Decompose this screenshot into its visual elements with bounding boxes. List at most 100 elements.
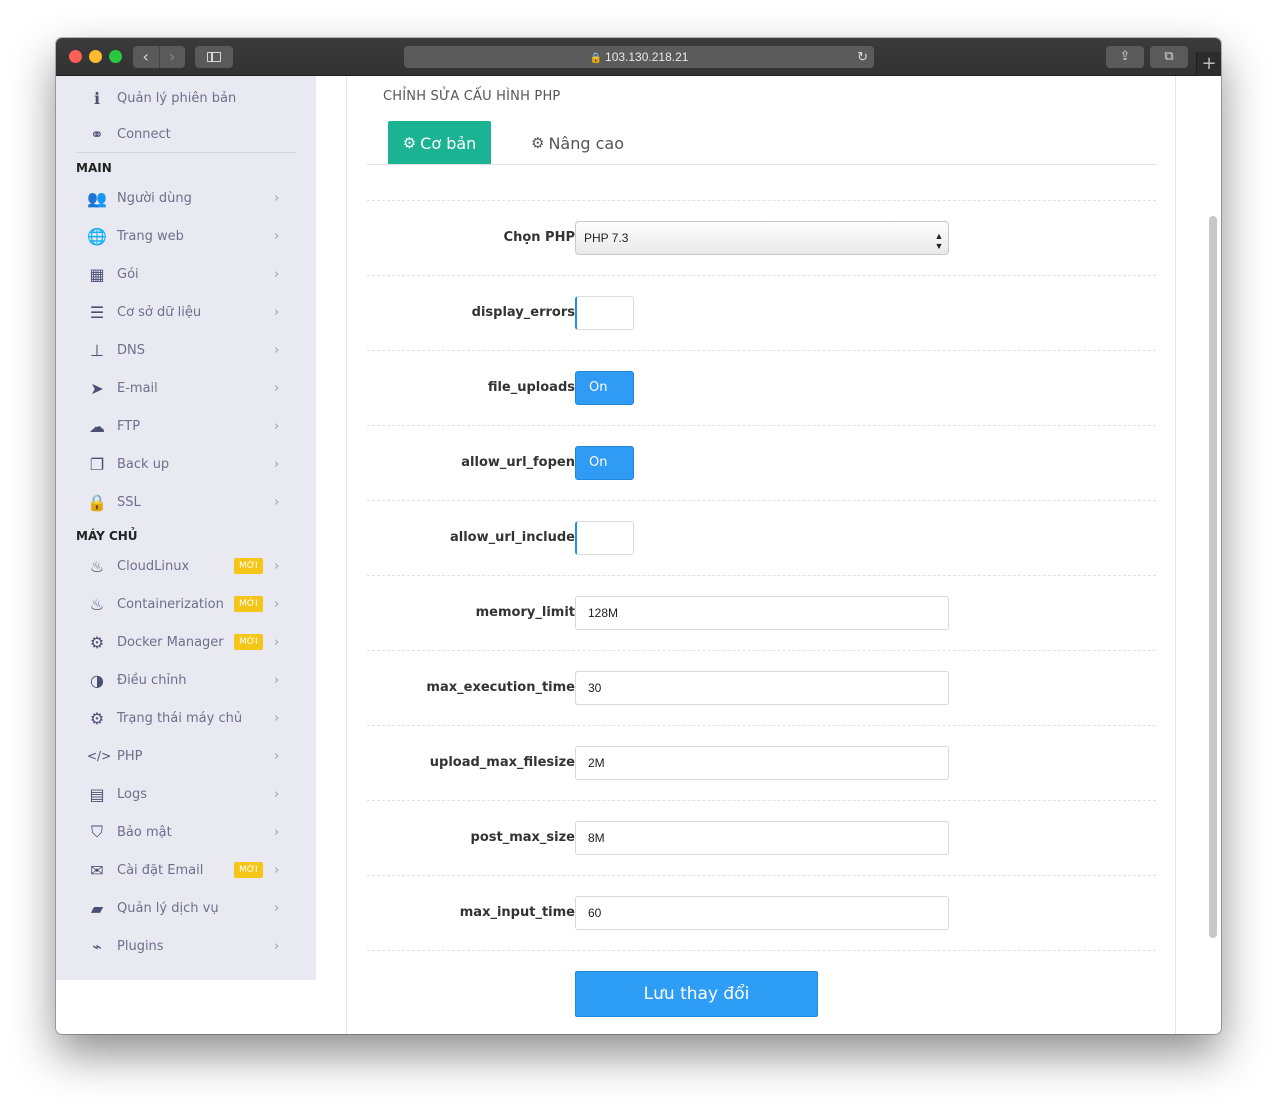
info-icon: ℹ [93, 88, 101, 108]
share-button[interactable]: ⇪ [1106, 46, 1144, 68]
sidebar-item[interactable]: ♨ Containerization MỚI › [56, 585, 316, 623]
maximize-window-button[interactable] [109, 50, 122, 63]
php-version-select[interactable]: PHP 7.3 ▲▼ [575, 221, 949, 255]
row-divider [367, 650, 1156, 651]
copy-icon: ❐ [89, 454, 105, 474]
row-divider [367, 350, 1156, 351]
sidebar-item[interactable]: ⌁ Plugins › [56, 927, 316, 965]
lock-icon: 🔒 [589, 53, 603, 64]
sidebar-item[interactable]: ☁ FTP › [56, 407, 316, 445]
chevron-right-icon: › [274, 862, 280, 878]
chevron-right-icon: › [274, 418, 280, 434]
sidebar-item-label: Plugins [117, 938, 164, 954]
sidebar: ℹ Quản lý phiên bản ⚭ Connect MAIN 👥 Người dùn… [56, 76, 316, 980]
sidebar-item[interactable]: ▦ Gói › [56, 255, 316, 293]
database-icon: ☰ [89, 302, 105, 322]
row-divider [367, 950, 1156, 951]
plug-icon: ⌁ [92, 936, 102, 956]
toggle-switch[interactable]: On [575, 371, 634, 405]
chevron-right-icon: › [274, 190, 280, 206]
sidebar-item[interactable]: ▰ Quản lý dịch vụ › [56, 889, 316, 927]
sidebar-item-label: E-mail [117, 380, 158, 396]
text-input[interactable]: 128M [575, 596, 949, 630]
sidebar-item[interactable]: ❐ Back up › [56, 445, 316, 483]
sidebar-item[interactable]: ♨ CloudLinux MỚI › [56, 547, 316, 585]
fire-icon: ♨ [89, 594, 105, 614]
new-badge: MỚI [234, 558, 263, 574]
sidebar-item[interactable]: 🌐 Trang web › [56, 217, 316, 255]
sidebar-item-label: PHP [117, 748, 143, 764]
tab-advanced[interactable]: ⚙ Nâng cao [531, 121, 624, 165]
sidebar-item[interactable]: ⚭ Connect [56, 115, 316, 153]
browser-window: ‹ › 🔒 103.130.218.21 ↻ ⇪ ⧉ + ℹ Quản lý phi… [56, 38, 1221, 1034]
gear-icon: ⚙ [402, 134, 417, 152]
sidebar-item[interactable]: 👥 Người dùng › [56, 179, 316, 217]
tab-basic[interactable]: ⚙ Cơ bản [388, 121, 491, 165]
tab-underline [367, 164, 1156, 165]
reload-icon[interactable]: ↻ [857, 46, 868, 68]
toggle-switch[interactable]: On [575, 446, 634, 480]
url-text: 103.130.218.21 [605, 50, 689, 64]
history-nav: ‹ › [133, 46, 185, 68]
save-button[interactable]: Lưu thay đổi [575, 971, 818, 1017]
row-divider [367, 725, 1156, 726]
sidebar-item[interactable]: ⛉ Bảo mật › [56, 813, 316, 851]
sidebar-item-label: FTP [117, 418, 141, 434]
field-label: memory_limit [475, 605, 575, 620]
page-scrollbar[interactable] [1209, 216, 1217, 938]
text-input[interactable]: 2M [575, 746, 949, 780]
sidebar-item[interactable]: ☰ Cơ sở dữ liệu › [56, 293, 316, 331]
row-divider [367, 875, 1156, 876]
text-input[interactable]: 8M [575, 821, 949, 855]
paper-plane-icon: ➤ [90, 378, 104, 398]
select-arrows-icon: ▲▼ [934, 231, 944, 251]
sidebar-item[interactable]: ⚙ Trạng thái máy chủ › [56, 699, 316, 737]
new-badge: MỚI [234, 596, 263, 612]
cogs-icon: ⚙ [531, 134, 545, 152]
browser-titlebar: ‹ › 🔒 103.130.218.21 ↻ ⇪ ⧉ + [56, 38, 1221, 76]
text-input[interactable]: 60 [575, 896, 949, 930]
main-panel: CHỈNH SỬA CẤU HÌNH PHP ⚙ Cơ bản ⚙ Nâng c… [346, 76, 1176, 1034]
sidebar-item[interactable]: ✉ Cài đặt Email MỚI › [56, 851, 316, 889]
new-tab-button[interactable]: + [1196, 52, 1221, 76]
sidebar-item[interactable]: ➤ E-mail › [56, 369, 316, 407]
sidebar-item[interactable]: ℹ Quản lý phiên bản [56, 79, 316, 117]
sidebar-item-label: Quản lý dịch vụ [117, 900, 219, 916]
field-label: file_uploads [487, 380, 575, 395]
tab-advanced-label: Nâng cao [548, 133, 624, 153]
sidebar-toggle-button[interactable] [195, 46, 233, 68]
sidebar-item-label: Docker Manager [117, 634, 224, 650]
chevron-right-icon: › [274, 266, 280, 282]
text-input[interactable]: 30 [575, 671, 949, 705]
lock-icon: 🔒 [87, 492, 107, 512]
field-label: display_errors [471, 305, 575, 320]
forward-icon[interactable]: › [158, 46, 186, 68]
back-icon[interactable]: ‹ [133, 46, 159, 68]
chevron-right-icon: › [274, 938, 280, 954]
sidebar-item[interactable]: </> PHP › [56, 737, 316, 775]
minimize-window-button[interactable] [89, 50, 102, 63]
sidebar-item[interactable]: ◑ Điều chỉnh › [56, 661, 316, 699]
sidebar-item-label: SSL [117, 494, 141, 510]
close-window-button[interactable] [69, 50, 82, 63]
field-label: upload_max_filesize [429, 755, 575, 770]
field-label: max_input_time [459, 905, 575, 920]
sidebar-icon [207, 52, 221, 62]
php-version-value: PHP 7.3 [584, 231, 629, 245]
toggle-switch[interactable] [575, 521, 634, 555]
sidebar-item[interactable]: ⊥ DNS › [56, 331, 316, 369]
sidebar-item[interactable]: ▤ Logs › [56, 775, 316, 813]
sidebar-item[interactable]: ⚙ Docker Manager MỚI › [56, 623, 316, 661]
toggle-switch[interactable] [575, 296, 634, 330]
chevron-right-icon: › [274, 494, 280, 510]
chevron-right-icon: › [274, 634, 280, 650]
sidebar-item[interactable]: 🔒 SSL › [56, 483, 316, 521]
sidebar-item-label: Connect [117, 126, 171, 142]
sidebar-item-label: DNS [117, 342, 145, 358]
link-icon: ⚭ [90, 124, 104, 144]
tab-overview-button[interactable]: ⧉ [1150, 46, 1188, 68]
address-bar[interactable]: 🔒 103.130.218.21 ↻ [404, 46, 874, 68]
fire-icon: ♨ [89, 556, 105, 576]
field-label: allow_url_fopen [461, 455, 575, 470]
sidebar-item-label: Cài đặt Email [117, 862, 204, 878]
